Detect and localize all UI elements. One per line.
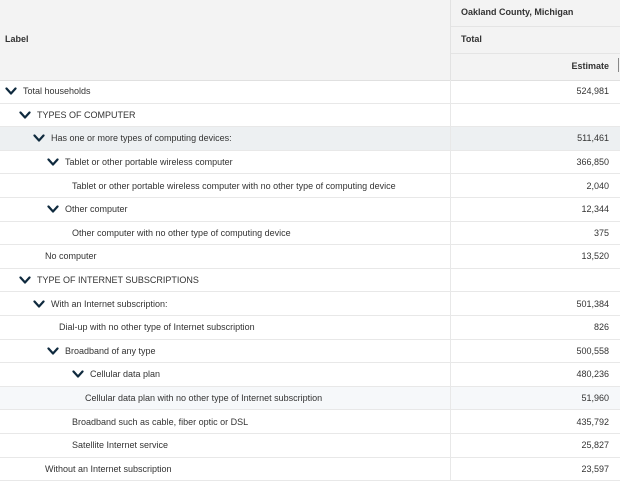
- chevron-down-icon[interactable]: [47, 157, 59, 167]
- estimate-cell: 500,558: [450, 339, 620, 363]
- row-label: TYPE OF INTERNET SUBSCRIPTIONS: [37, 275, 199, 286]
- table-row: TYPE OF INTERNET SUBSCRIPTIONS: [0, 268, 620, 293]
- row-label-cell[interactable]: Cellular data plan: [0, 363, 522, 386]
- chevron-down-icon[interactable]: [5, 86, 17, 96]
- row-label: Other computer with no other type of com…: [72, 227, 291, 238]
- row-label: Tablet or other portable wireless comput…: [65, 157, 233, 168]
- estimate-cell: 12,344: [450, 197, 620, 221]
- row-label: With an Internet subscription:: [51, 298, 168, 309]
- estimate-cell: 511,461: [450, 127, 620, 150]
- estimate-column-group: Oakland County, Michigan Total Estimate: [450, 0, 620, 80]
- row-label-cell: Tablet or other portable wireless comput…: [0, 174, 522, 197]
- table-header: Label Oakland County, Michigan Total Est…: [0, 0, 620, 81]
- table-row: Tablet or other portable wireless comput…: [0, 150, 620, 175]
- header-divider: [451, 53, 620, 54]
- row-label-cell: Without an Internet subscription: [0, 458, 495, 481]
- row-label-cell[interactable]: Tablet or other portable wireless comput…: [0, 151, 497, 174]
- table-body: Total households 524,981 TYPES OF COMPUTER…: [0, 80, 620, 482]
- estimate-cell: 524,981: [450, 80, 620, 103]
- row-label-cell: Satellite Internet service: [0, 434, 522, 457]
- table-row: TYPES OF COMPUTER: [0, 103, 620, 128]
- row-label-cell: Other computer with no other type of com…: [0, 222, 522, 245]
- data-table: Label Oakland County, Michigan Total Est…: [0, 0, 620, 482]
- estimate-cell: 501,384: [450, 292, 620, 315]
- estimate-cell: 13,520: [450, 245, 620, 268]
- header-divider: [451, 26, 620, 27]
- row-label-cell[interactable]: TYPES OF COMPUTER: [0, 104, 469, 127]
- chevron-down-icon[interactable]: [47, 346, 59, 356]
- estimate-column-header[interactable]: Estimate: [571, 61, 609, 71]
- row-label-cell[interactable]: Other computer: [0, 198, 497, 221]
- table-row: Satellite Internet service 25,827: [0, 433, 620, 458]
- estimate-cell: 480,236: [450, 363, 620, 386]
- geography-header: Oakland County, Michigan: [461, 7, 574, 17]
- estimate-cell: 366,850: [450, 150, 620, 174]
- estimate-cell: 51,960: [450, 386, 620, 410]
- row-label: Total households: [23, 86, 91, 97]
- table-row: Broadband such as cable, fiber optic or …: [0, 410, 620, 434]
- row-label: Satellite Internet service: [72, 440, 169, 451]
- estimate-cell: 2,040: [450, 174, 620, 197]
- row-label: Cellular data plan with no other type of…: [85, 393, 323, 404]
- chevron-down-icon[interactable]: [33, 299, 45, 309]
- table-row: Has one or more types of computing devic…: [0, 127, 620, 151]
- row-label: TYPES OF COMPUTER: [37, 109, 136, 120]
- label-column-header: Label: [5, 34, 29, 44]
- row-label-cell[interactable]: Total households: [0, 80, 455, 103]
- table-row: Cellular data plan 480,236: [0, 363, 620, 387]
- table-row: Broadband of any type 500,558: [0, 339, 620, 364]
- estimate-cell: [450, 103, 620, 127]
- row-label-cell[interactable]: TYPE OF INTERNET SUBSCRIPTIONS: [0, 269, 469, 292]
- chevron-down-icon[interactable]: [47, 204, 59, 214]
- table-row: Other computer 12,344: [0, 197, 620, 222]
- row-label: Broadband such as cable, fiber optic or …: [72, 416, 249, 427]
- row-label: Dial-up with no other type of Internet s…: [59, 322, 255, 333]
- estimate-cell: 375: [450, 221, 620, 245]
- chevron-down-icon[interactable]: [19, 110, 31, 120]
- estimate-cell: 23,597: [450, 457, 620, 481]
- row-label: Cellular data plan: [90, 369, 161, 380]
- row-label: Without an Internet subscription: [45, 463, 172, 474]
- total-header: Total: [461, 34, 482, 44]
- row-label: Tablet or other portable wireless comput…: [72, 180, 396, 191]
- table-row: Other computer with no other type of com…: [0, 221, 620, 246]
- table-row: Tablet or other portable wireless comput…: [0, 174, 620, 198]
- row-label: Has one or more types of computing devic…: [51, 133, 232, 144]
- row-label-cell: Broadband such as cable, fiber optic or …: [0, 410, 522, 433]
- row-label: Broadband of any type: [65, 345, 156, 356]
- chevron-down-icon[interactable]: [33, 133, 45, 143]
- table-row: With an Internet subscription: 501,384: [0, 292, 620, 316]
- chevron-down-icon[interactable]: [72, 369, 84, 379]
- row-label-cell[interactable]: Has one or more types of computing devic…: [0, 127, 483, 150]
- chevron-down-icon[interactable]: [19, 275, 31, 285]
- table-row: Cellular data plan with no other type of…: [0, 386, 620, 411]
- table-row: Dial-up with no other type of Internet s…: [0, 315, 620, 340]
- row-label: No computer: [45, 251, 97, 262]
- row-label: Other computer: [65, 204, 128, 215]
- row-label-cell: Dial-up with no other type of Internet s…: [0, 316, 509, 339]
- estimate-cell: [450, 268, 620, 292]
- column-resize-handle[interactable]: [618, 58, 619, 72]
- row-label-cell[interactable]: With an Internet subscription:: [0, 292, 483, 315]
- table-row: Total households 524,981: [0, 80, 620, 104]
- table-row: Without an Internet subscription 23,597: [0, 457, 620, 482]
- row-label-cell: No computer: [0, 245, 495, 268]
- estimate-cell: 435,792: [450, 410, 620, 433]
- table-row: No computer 13,520: [0, 245, 620, 269]
- estimate-cell: 826: [450, 315, 620, 339]
- estimate-cell: 25,827: [450, 433, 620, 457]
- row-label-cell[interactable]: Broadband of any type: [0, 340, 497, 363]
